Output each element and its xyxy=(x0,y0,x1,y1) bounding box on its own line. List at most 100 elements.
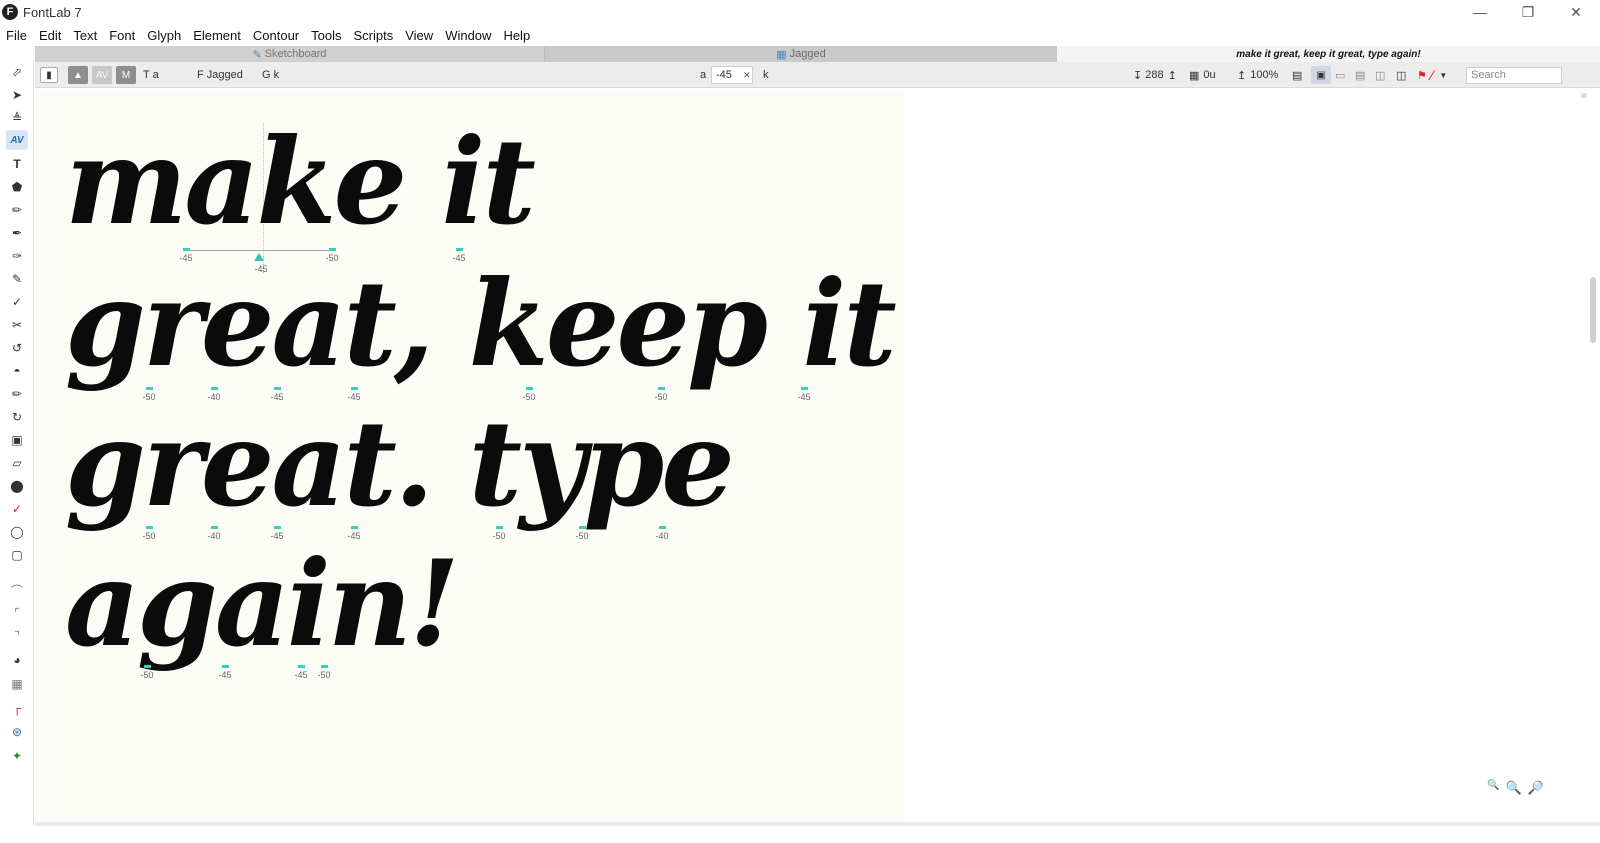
text-mode-label[interactable]: T a xyxy=(143,66,159,84)
corner-tool[interactable]: ⌝ xyxy=(6,626,28,646)
sidebar-toggle-button[interactable]: ▮ xyxy=(40,66,58,84)
metrics-tool[interactable]: ≜ xyxy=(6,108,28,128)
menu-file[interactable]: File xyxy=(0,28,33,43)
text-line-4[interactable]: again! xyxy=(65,545,460,663)
view-toggle-5[interactable]: ◫ xyxy=(1375,66,1385,84)
eyedropper-tool[interactable]: ✓ xyxy=(6,499,28,519)
guide-icon: ⊛ xyxy=(11,725,23,739)
canvas-empty-area[interactable]: ◽ 🔍 🔍 🔎 xyxy=(904,89,1600,822)
anchor-tool[interactable]: ┌ xyxy=(6,698,28,718)
curve-tool[interactable]: ⌒ xyxy=(6,580,28,600)
text-line-1[interactable]: make it xyxy=(65,123,536,241)
menu-window[interactable]: Window xyxy=(439,28,497,43)
pen-tool[interactable]: ✒ xyxy=(6,223,28,243)
brush-icon: ✏ xyxy=(11,203,23,217)
brush-tool[interactable]: ✏ xyxy=(6,200,28,220)
color-swatch-dropdown[interactable]: ∕ ▼ xyxy=(1431,66,1447,84)
knife-tool[interactable]: ✓ xyxy=(6,292,28,312)
rapid-pen-tool[interactable]: ✑ xyxy=(6,246,28,266)
text-line-3[interactable]: great. type xyxy=(65,405,735,523)
tab-sketchboard[interactable]: ✎ Sketchboard xyxy=(35,46,545,62)
menu-font[interactable]: Font xyxy=(103,28,141,43)
kerning-mode-button[interactable]: ▲ xyxy=(68,66,88,84)
zoom-out-icon[interactable]: 🔍 xyxy=(1487,780,1499,796)
text-line-2[interactable]: great, keep it xyxy=(65,265,897,383)
search-field[interactable]: Search xyxy=(1466,66,1562,84)
rotate-tool[interactable]: ↻ xyxy=(6,407,28,427)
rapid-pen-icon: ✑ xyxy=(11,249,23,263)
kern-pair-marker[interactable]: -50 xyxy=(479,526,519,541)
flag-button[interactable]: ⚑ xyxy=(1417,66,1427,84)
ellipse-tool[interactable]: ◯ xyxy=(6,522,28,542)
menu-bar: File Edit Text Font Glyph Element Contou… xyxy=(0,24,1600,46)
zoom-fit-icon[interactable]: 🔎 xyxy=(1528,780,1544,796)
view-toggle-6[interactable]: ◫ xyxy=(1396,66,1406,84)
clear-kern-icon[interactable]: ✕ xyxy=(743,70,751,81)
close-button[interactable]: ✕ xyxy=(1552,0,1600,24)
export-view-icon: ◫ xyxy=(1396,69,1407,82)
kern-pair-marker[interactable]: -50 xyxy=(127,665,167,680)
scale-tool[interactable]: ▣ xyxy=(6,430,28,450)
guide-tool[interactable]: ⊛ xyxy=(6,722,28,742)
tag-tool[interactable]: ✦ xyxy=(6,746,28,766)
tab-text-window[interactable]: make it great, keep it great, type again… xyxy=(1057,46,1600,62)
menu-element[interactable]: Element xyxy=(187,28,247,43)
magnet-tool[interactable]: ◕ xyxy=(6,650,28,670)
pointer-tool[interactable]: ⬀ xyxy=(6,62,28,82)
glyph-selector[interactable]: G k xyxy=(262,66,279,84)
font-size-control[interactable]: ↧ 288 ↥ xyxy=(1133,66,1177,84)
blob-tool[interactable]: ⬤ xyxy=(6,476,28,496)
right-glyph-label[interactable]: k xyxy=(763,66,769,84)
scale-icon: ▣ xyxy=(11,433,23,447)
menu-help[interactable]: Help xyxy=(497,28,536,43)
menu-tools[interactable]: Tools xyxy=(305,28,347,43)
view-toggle-3[interactable]: ▭ xyxy=(1335,66,1345,84)
kern-pair-marker[interactable]: -45 xyxy=(784,387,824,402)
kern-pair-marker[interactable]: -50 xyxy=(562,526,602,541)
kern-pair-marker[interactable]: -45 xyxy=(205,665,245,680)
maximize-button[interactable]: ❐ xyxy=(1504,0,1552,24)
eraser-tool[interactable]: ⬟ xyxy=(6,177,28,197)
av-mode-button[interactable]: AV xyxy=(92,66,112,84)
menu-view[interactable]: View xyxy=(399,28,439,43)
tab-font-jagged[interactable]: ▦ Jagged xyxy=(545,46,1057,62)
menu-edit[interactable]: Edit xyxy=(33,28,67,43)
font-selector[interactable]: F Jagged xyxy=(197,66,243,84)
tracking-control[interactable]: ▦ 0u xyxy=(1189,66,1216,84)
grid-tool[interactable]: ▦ xyxy=(6,674,28,694)
menu-glyph[interactable]: Glyph xyxy=(141,28,187,43)
fill-tool[interactable]: ◓ xyxy=(6,361,28,381)
menu-scripts[interactable]: Scripts xyxy=(348,28,400,43)
chevron-down-icon: ▼ xyxy=(1439,70,1448,80)
menu-text[interactable]: Text xyxy=(67,28,103,43)
curve-icon: ⌒ xyxy=(10,583,23,598)
scissors-tool[interactable]: ✂ xyxy=(6,315,28,335)
contour-pointer-tool[interactable]: ➤ xyxy=(6,85,28,105)
kern-pair-marker[interactable]: -50 xyxy=(304,665,344,680)
kern-pair-marker[interactable]: -40 xyxy=(642,526,682,541)
ruler-tool[interactable]: ✏ xyxy=(6,384,28,404)
vertical-scrollbar[interactable] xyxy=(1590,277,1596,343)
tag-icon: ✦ xyxy=(11,749,23,763)
rectangle-tool[interactable]: ▢ xyxy=(6,545,28,565)
kerning-tool[interactable]: AV xyxy=(6,130,28,150)
kern-value-field[interactable]: -45 ✕ xyxy=(711,66,753,84)
text-tool[interactable]: T xyxy=(6,154,28,174)
zoom-control[interactable]: ↥ 100% xyxy=(1237,66,1278,84)
slant-tool[interactable]: ▱ xyxy=(6,453,28,473)
spiral-tool[interactable]: ↺ xyxy=(6,338,28,358)
corner-resize-icon[interactable]: ◽ xyxy=(1578,91,1590,102)
menu-contour[interactable]: Contour xyxy=(247,28,305,43)
glyph-window-canvas[interactable]: make it -45 -50 -45 -45 great, keep it -… xyxy=(35,89,904,822)
view-toggle-4[interactable]: ▤ xyxy=(1355,66,1365,84)
kern-value: -50 xyxy=(140,670,154,680)
m-mode-button[interactable]: M xyxy=(116,66,136,84)
zoom-in-icon[interactable]: 🔍 xyxy=(1506,780,1522,796)
pencil-tool[interactable]: ✎ xyxy=(6,269,28,289)
view-toggle-1[interactable]: ▤ xyxy=(1292,66,1302,84)
node-tool[interactable]: ⌜ xyxy=(6,603,28,623)
left-glyph-label[interactable]: a xyxy=(700,66,706,84)
view-toggle-2[interactable]: ▣ xyxy=(1311,66,1331,84)
search-input[interactable]: Search xyxy=(1466,66,1562,84)
minimize-button[interactable]: — xyxy=(1456,0,1504,24)
